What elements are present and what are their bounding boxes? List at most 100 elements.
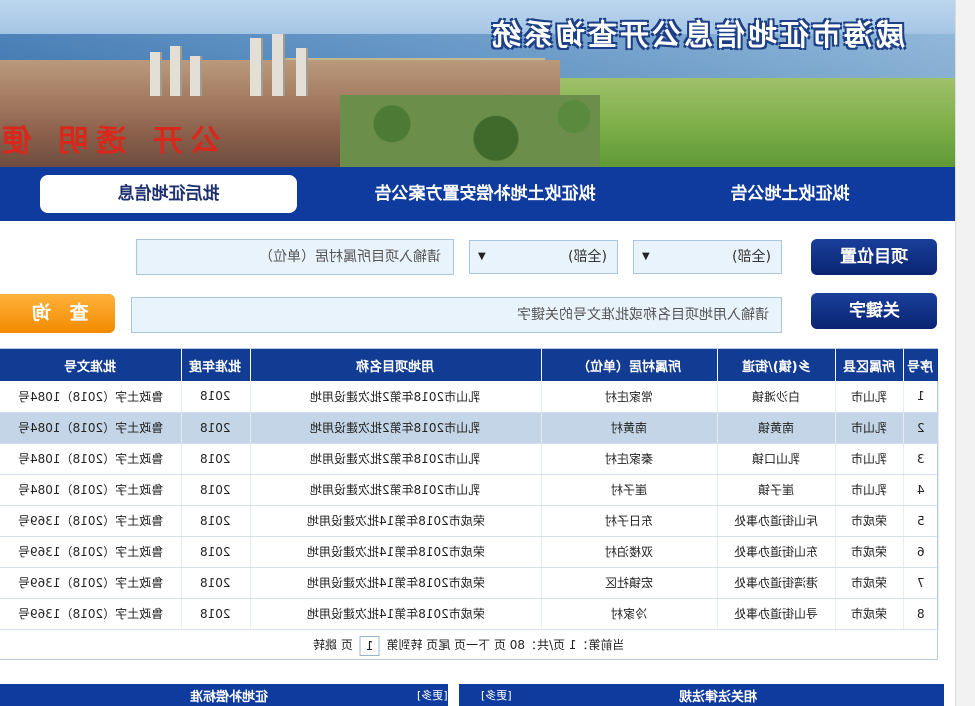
- table-row[interactable]: 鲁政土字（2018）1084号 2018 乳山市2018年第2批次建设用地 常家庄村白…: [0, 381, 939, 413]
- cell-town: 港湾街道办事处: [717, 567, 836, 599]
- cell-village: 东日子村: [541, 505, 718, 537]
- vertical-scrollbar[interactable]: [955, 0, 975, 706]
- header-banner: 威海市征地信息公开查询系统 公开 透明 便: [0, 0, 955, 167]
- table-row[interactable]: 鲁政土字（2018）1084号 2018 乳山市2018年第2批次建设用地 南黄村 南黄…: [0, 412, 939, 444]
- cell-approval-number: 鲁政土字（2018）1084号: [0, 443, 182, 475]
- cell-county: 荣成市: [835, 505, 904, 537]
- county-select-value: (全部): [732, 249, 771, 265]
- cell-approval-year: 2018: [181, 536, 251, 568]
- cell-village: 南黄村: [541, 412, 718, 444]
- cell-approval-number: 鲁政土字（2018）1369号: [0, 536, 182, 568]
- pagination: 当前第：1 页/共：80 页 下一页 尾页 转到第 1 页 跳转: [0, 631, 938, 659]
- cell-project-name: 荣成市2018年第14批次建设用地: [250, 598, 542, 630]
- results-table: 批准文号 批准年度 用地项目名称 所属村居（单位） 乡(镇)/街道 所属区县 序…: [0, 349, 939, 630]
- compensation-more-link[interactable]: [更多]: [417, 687, 448, 703]
- cell-town: 南黄镇: [717, 412, 836, 444]
- header-approval-year: 批准年度: [181, 349, 251, 381]
- cell-town: 东山街道办事处: [717, 536, 836, 568]
- cell-town: 白沙滩镇: [717, 381, 836, 413]
- cell-village: 秦家庄村: [541, 443, 718, 475]
- main-nav: 批后征地信息 拟征收土地补偿安置方案公告 拟征收土地公告: [0, 167, 955, 221]
- cell-project-name: 乳山市2018年第2批次建设用地: [250, 381, 542, 413]
- cell-village: 宏镇社区: [541, 567, 718, 599]
- table-row[interactable]: 鲁政土字（2018）1369号 2018 荣成市2018年第14批次建设用地 宏镇社区…: [0, 567, 939, 599]
- cell-county: 乳山市: [835, 412, 904, 444]
- cell-project-name: 乳山市2018年第2批次建设用地: [250, 443, 542, 475]
- cell-index: 5: [903, 505, 939, 537]
- chevron-down-icon: ▼: [478, 251, 486, 262]
- cell-approval-year: 2018: [181, 443, 251, 475]
- cell-town: 斥山街道办事处: [717, 505, 836, 537]
- keyword-input[interactable]: 请输入用地项目名称或批准文号的关键字: [131, 297, 782, 333]
- cell-county: 荣成市: [835, 598, 904, 630]
- cell-village: 常家庄村: [541, 381, 718, 413]
- site-title: 威海市征地信息公开查询系统: [488, 18, 905, 52]
- cell-village: 冷家村: [541, 598, 718, 630]
- results-table-panel: 批准文号 批准年度 用地项目名称 所属村居（单位） 乡(镇)/街道 所属区县 序…: [0, 348, 939, 660]
- tab-land-acquisition-notice[interactable]: 拟征收土地公告: [690, 175, 890, 213]
- table-row[interactable]: 鲁政土字（2018）1084号 2018 乳山市2018年第2批次建设用地 崖子村 崖子…: [0, 474, 939, 506]
- tab-compensation-plan-notice[interactable]: 拟征收土地补偿安置方案公告: [340, 175, 630, 213]
- town-select-value: (全部): [568, 249, 607, 265]
- cell-town: 崖子镇: [717, 474, 836, 506]
- table-header-row: 批准文号 批准年度 用地项目名称 所属村居（单位） 乡(镇)/街道 所属区县 序…: [0, 349, 939, 381]
- cell-village: 双楼泊村: [541, 536, 718, 568]
- cell-project-name: 乳山市2018年第2批次建设用地: [250, 412, 542, 444]
- cell-approval-year: 2018: [181, 474, 251, 506]
- cell-approval-number: 鲁政土字（2018）1084号: [0, 474, 182, 506]
- cell-index: 8: [903, 598, 939, 630]
- cell-approval-number: 鲁政土字（2018）1084号: [0, 412, 182, 444]
- cell-county: 乳山市: [835, 443, 904, 475]
- laws-more-link[interactable]: [更多]: [481, 687, 512, 703]
- header-project-name: 用地项目名称: [250, 349, 542, 381]
- cell-approval-number: 鲁政土字（2018）1369号: [0, 505, 182, 537]
- table-row[interactable]: 鲁政土字（2018）1369号 2018 荣成市2018年第14批次建设用地 东日子村…: [0, 505, 939, 537]
- header-approval-number: 批准文号: [0, 349, 182, 381]
- table-row[interactable]: 鲁政土字（2018）1369号 2018 荣成市2018年第14批次建设用地 双楼泊村…: [0, 536, 939, 568]
- laws-panel: 相关法律法规 [更多]: [459, 684, 944, 706]
- cell-approval-number: 鲁政土字（2018）1084号: [0, 381, 182, 413]
- header-index: 序号: [903, 349, 939, 381]
- cell-index: 3: [903, 443, 939, 475]
- cell-index: 1: [903, 381, 939, 413]
- village-input[interactable]: 请输入项目所属村居（单位）: [136, 239, 454, 275]
- header-town: 乡(镇)/街道: [717, 349, 836, 381]
- jump-button[interactable]: 页 跳转: [313, 638, 353, 652]
- table-row[interactable]: 鲁政土字（2018）1369号 2018 荣成市2018年第14批次建设用地 冷家村寻…: [0, 598, 939, 630]
- cell-town: 乳山口镇: [717, 443, 836, 475]
- cell-approval-year: 2018: [181, 567, 251, 599]
- cell-index: 4: [903, 474, 939, 506]
- laws-title: 相关法律法规: [679, 690, 758, 705]
- banner-slogan: 公开 透明 便: [0, 124, 221, 159]
- cell-approval-year: 2018: [181, 412, 251, 444]
- compensation-standard-title: 征地补偿标准: [190, 690, 269, 705]
- cell-county: 荣成市: [835, 567, 904, 599]
- cell-project-name: 荣成市2018年第14批次建设用地: [250, 505, 542, 537]
- cell-county: 荣成市: [835, 536, 904, 568]
- page-number-input[interactable]: 1: [359, 635, 380, 656]
- county-select[interactable]: (全部) ▼: [633, 240, 782, 274]
- cell-project-name: 荣成市2018年第14批次建设用地: [250, 536, 542, 568]
- header-village: 所属村居（单位）: [541, 349, 718, 381]
- cell-county: 乳山市: [835, 474, 904, 506]
- town-select[interactable]: (全部) ▼: [469, 240, 618, 274]
- chevron-down-icon: ▼: [642, 251, 650, 262]
- keyword-label: 关键字: [811, 293, 937, 329]
- banner-towers: [140, 34, 340, 96]
- cell-index: 2: [903, 412, 939, 444]
- keyword-input-placeholder: 请输入用地项目名称或批准文号的关键字: [517, 307, 769, 323]
- cell-approval-year: 2018: [181, 381, 251, 413]
- table-row[interactable]: 鲁政土字（2018）1084号 2018 乳山市2018年第2批次建设用地 秦家庄村乳…: [0, 443, 939, 475]
- banner-field: [560, 78, 955, 167]
- tab-approved-land-info[interactable]: 批后征地信息: [40, 175, 297, 213]
- village-input-placeholder: 请输入项目所属村居（单位）: [259, 249, 441, 265]
- cell-project-name: 荣成市2018年第14批次建设用地: [250, 567, 542, 599]
- header-county: 所属区县: [835, 349, 904, 381]
- cell-project-name: 乳山市2018年第2批次建设用地: [250, 474, 542, 506]
- cell-index: 6: [903, 536, 939, 568]
- cell-approval-year: 2018: [181, 505, 251, 537]
- cell-town: 寻山街道办事处: [717, 598, 836, 630]
- cell-approval-year: 2018: [181, 598, 251, 630]
- query-button[interactable]: 查 询: [0, 294, 115, 333]
- pagination-status: 当前第：1 页/共：80 页 下一页 尾页 转到第: [386, 638, 625, 652]
